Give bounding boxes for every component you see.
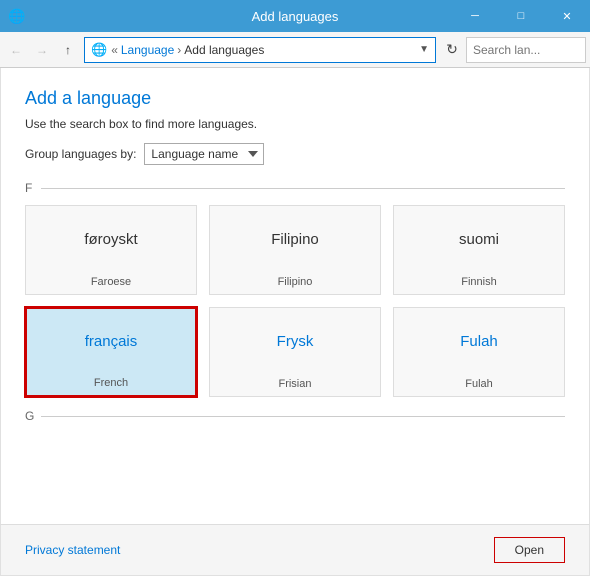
- language-grid-f: føroyskt Faroese Filipino Filipino suomi…: [25, 205, 565, 397]
- section-g-letter: G: [25, 409, 35, 423]
- lang-card-french[interactable]: français French: [25, 307, 197, 397]
- section-f-letter: F: [25, 181, 35, 195]
- breadcrumb-language[interactable]: Language: [121, 43, 174, 57]
- lang-card-frisian[interactable]: Frysk Frisian: [209, 307, 381, 397]
- maximize-button[interactable]: □: [498, 0, 544, 32]
- app-icon: 🌐: [8, 8, 24, 24]
- section-f-divider: F: [25, 181, 565, 195]
- address-dropdown-icon[interactable]: ▼: [419, 44, 429, 55]
- forward-button[interactable]: →: [30, 38, 54, 62]
- group-by-select[interactable]: Language name Script: [144, 143, 264, 165]
- address-bar: ← → ↑ 🌐 « Language › Add languages ▼ ↻: [0, 32, 590, 68]
- main-content: Add a language Use the search box to fin…: [0, 68, 590, 524]
- close-button[interactable]: ✕: [544, 0, 590, 32]
- footer: Privacy statement Open: [0, 524, 590, 576]
- divider-line-f: [41, 188, 565, 189]
- lang-card-faroese[interactable]: føroyskt Faroese: [25, 205, 197, 295]
- open-button[interactable]: Open: [494, 537, 565, 563]
- breadcrumb-separator: «: [111, 43, 118, 57]
- lang-native-french: français: [27, 309, 195, 373]
- lang-english-finnish: Finnish: [461, 272, 496, 294]
- minimize-button[interactable]: ─: [452, 0, 498, 32]
- privacy-link[interactable]: Privacy statement: [25, 543, 120, 557]
- lang-english-faroese: Faroese: [91, 272, 131, 294]
- lang-english-frisian: Frisian: [278, 374, 311, 396]
- lang-native-frisian: Frysk: [210, 308, 380, 374]
- lang-card-finnish[interactable]: suomi Finnish: [393, 205, 565, 295]
- lang-native-finnish: suomi: [394, 206, 564, 272]
- lang-english-french: French: [94, 373, 128, 395]
- refresh-button[interactable]: ↻: [440, 38, 464, 62]
- breadcrumb: « Language › Add languages: [111, 43, 264, 57]
- breadcrumb-current: Add languages: [184, 43, 264, 57]
- title-bar: 🌐 Add languages ─ □ ✕: [0, 0, 590, 32]
- lang-english-fulah: Fulah: [465, 374, 493, 396]
- lang-native-filipino: Filipino: [210, 206, 380, 272]
- divider-line-g: [41, 416, 565, 417]
- search-input[interactable]: [466, 37, 586, 63]
- section-g: G: [25, 409, 565, 423]
- address-field[interactable]: 🌐 « Language › Add languages ▼: [84, 37, 436, 63]
- lang-native-fulah: Fulah: [394, 308, 564, 374]
- up-button[interactable]: ↑: [56, 38, 80, 62]
- lang-card-fulah[interactable]: Fulah Fulah: [393, 307, 565, 397]
- address-icon: 🌐: [91, 42, 107, 58]
- window-controls: ─ □ ✕: [452, 0, 590, 32]
- lang-card-filipino[interactable]: Filipino Filipino: [209, 205, 381, 295]
- lang-english-filipino: Filipino: [278, 272, 313, 294]
- group-by-label: Group languages by:: [25, 147, 136, 161]
- lang-native-faroese: føroyskt: [26, 206, 196, 272]
- window-title: Add languages: [252, 9, 339, 24]
- back-button[interactable]: ←: [4, 38, 28, 62]
- page-title: Add a language: [25, 88, 565, 109]
- page-subtitle: Use the search box to find more language…: [25, 117, 565, 131]
- section-g-divider: G: [25, 409, 565, 423]
- group-by-row: Group languages by: Language name Script: [25, 143, 565, 165]
- breadcrumb-arrow: ›: [177, 43, 181, 57]
